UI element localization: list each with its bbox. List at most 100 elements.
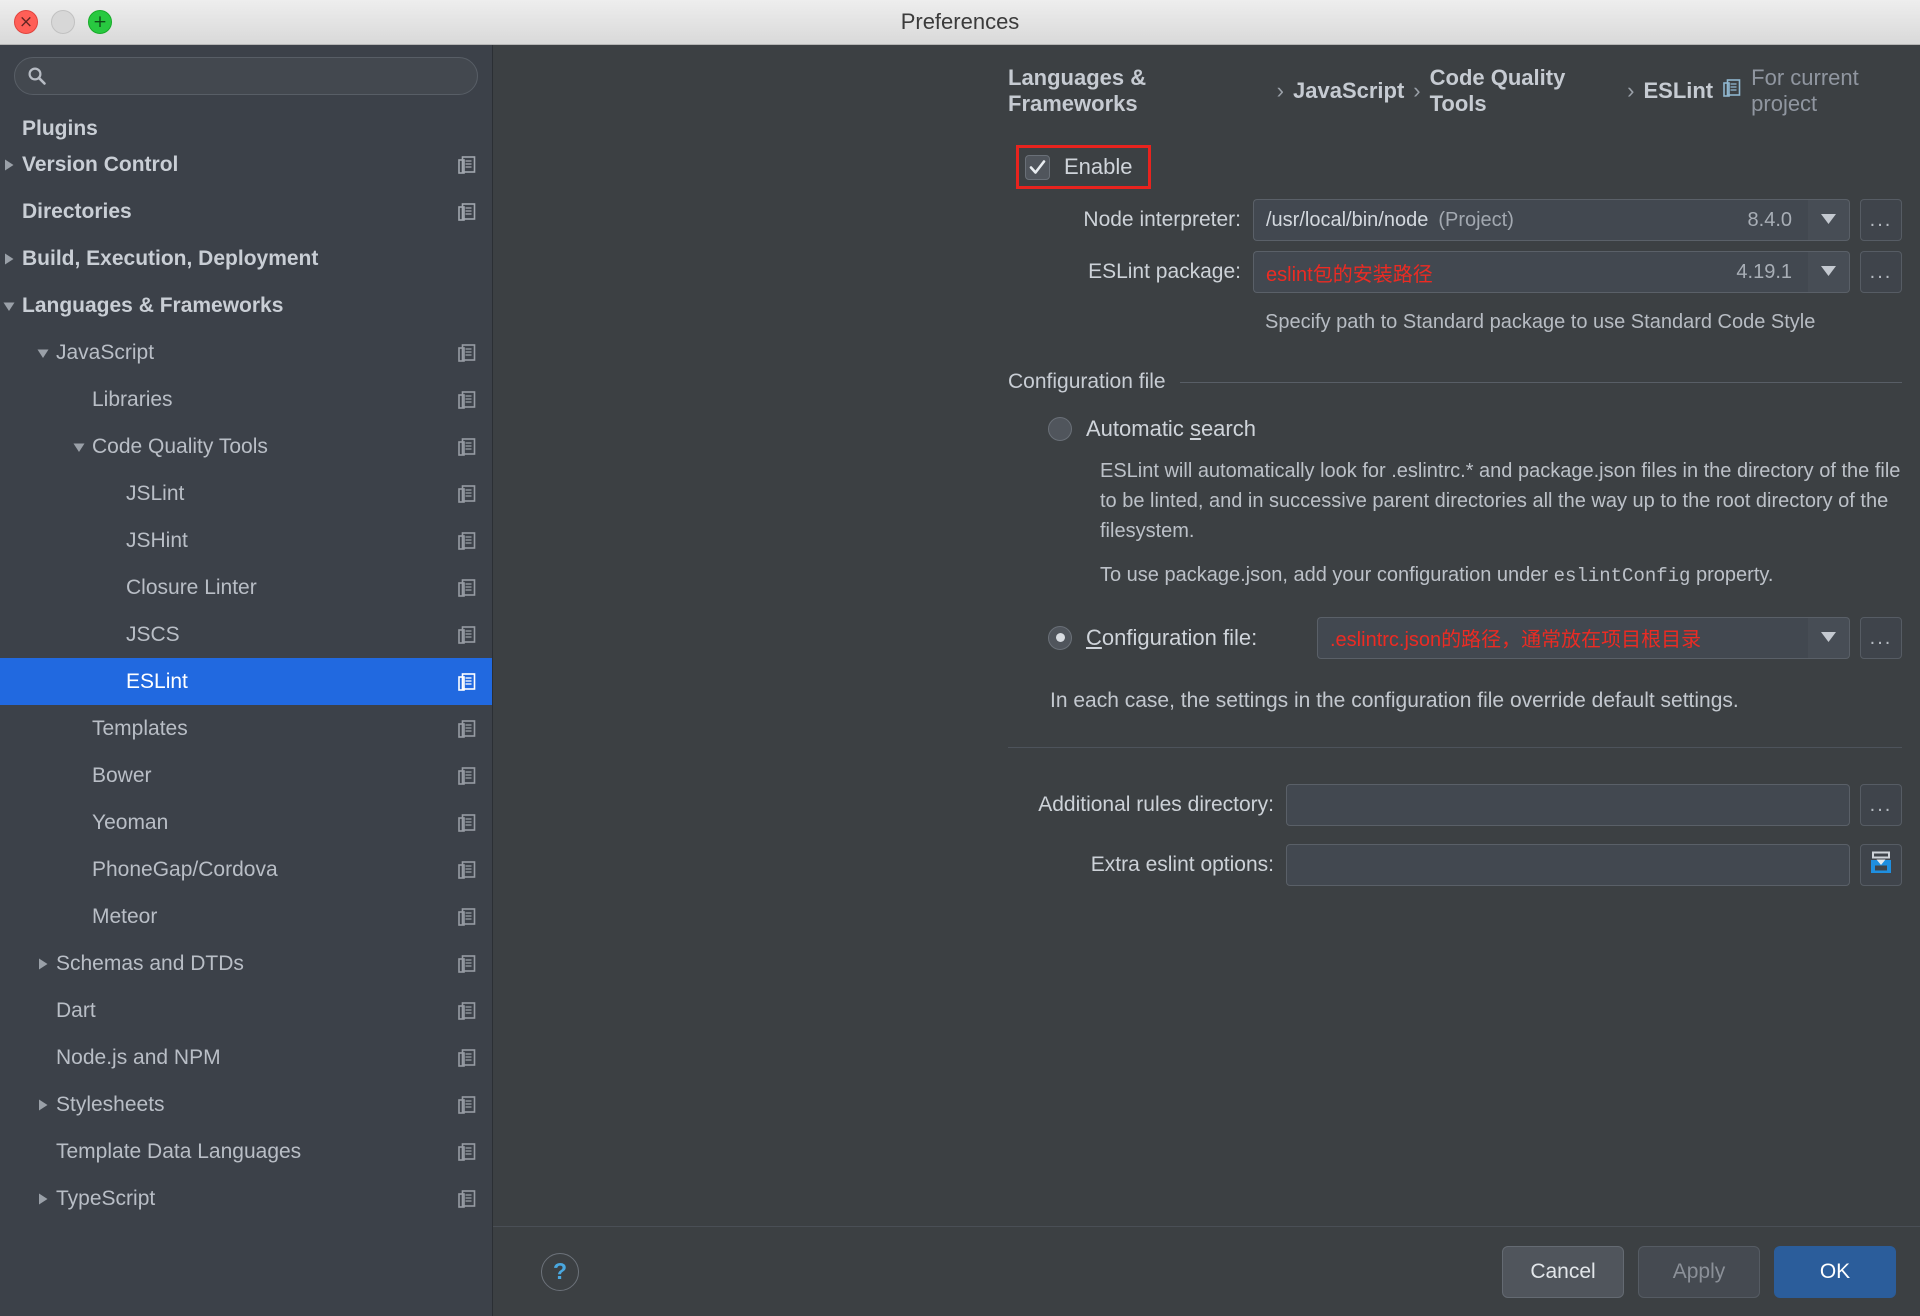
copy-settings-icon[interactable] [456,389,478,411]
sidebar-item-plugins[interactable]: Plugins [0,105,492,141]
chevron-right-icon[interactable] [0,252,22,266]
ok-button[interactable]: OK [1774,1245,1896,1298]
sidebar-item-stylesheets[interactable]: Stylesheets [0,1081,492,1128]
sidebar-item-version-control[interactable]: Version Control [0,141,492,188]
search-icon [27,66,47,86]
eslint-settings-pane: Languages & Frameworks › JavaScript › Code Q… [493,45,1920,1316]
chevron-down-icon[interactable] [0,299,22,313]
copy-settings-icon[interactable] [456,342,478,364]
sidebar-item-label: Libraries [92,387,173,411]
copy-settings-icon[interactable] [456,624,478,646]
sidebar-item-dart[interactable]: Dart [0,987,492,1034]
apply-button[interactable]: Apply [1638,1245,1760,1298]
node-interpreter-dropdown-button[interactable] [1808,199,1850,241]
configuration-file-value: .eslintrc.json的路径，通常放在项目根目录 [1330,629,1702,651]
copy-settings-icon[interactable] [456,483,478,505]
copy-settings-icon[interactable] [456,201,478,223]
sidebar-item-build-execution-deployment[interactable]: Build, Execution, Deployment [0,235,492,282]
copy-settings-icon[interactable] [456,530,478,552]
sidebar-item-phonegap-cordova[interactable]: PhoneGap/Cordova [0,846,492,893]
chevron-right-icon[interactable] [30,957,56,971]
sidebar-item-jscs[interactable]: JSCS [0,611,492,658]
sidebar-item-closure-linter[interactable]: Closure Linter [0,564,492,611]
chevron-right-icon[interactable] [30,1192,56,1206]
sidebar-item-bower[interactable]: Bower [0,752,492,799]
copy-settings-icon[interactable] [456,1188,478,1210]
additional-rules-directory-label: Additional rules directory: [1038,792,1274,816]
copy-settings-icon[interactable] [456,718,478,740]
node-interpreter-field[interactable]: /usr/local/bin/node (Project) 8.4.0 [1253,199,1808,241]
configuration-file-row[interactable]: Configuration file: .eslintrc.json的路径，通常… [1008,616,1902,659]
eslint-package-dropdown-button[interactable] [1808,251,1850,293]
enable-checkbox[interactable] [1025,154,1050,180]
sidebar-item-javascript[interactable]: JavaScript [0,329,492,376]
sidebar-item-languages-frameworks[interactable]: Languages & Frameworks [0,282,492,329]
help-button[interactable]: ? [541,1252,579,1291]
sidebar-item-templates[interactable]: Templates [0,705,492,752]
chevron-down-icon[interactable] [30,346,56,360]
chevron-down-icon[interactable] [66,440,92,454]
copy-settings-icon[interactable] [456,953,478,975]
sidebar-item-label: Template Data Languages [56,1139,302,1163]
zoom-window-button[interactable]: + [88,10,112,34]
node-interpreter-browse-button[interactable]: ... [1860,199,1902,241]
sidebar-item-code-quality-tools[interactable]: Code Quality Tools [0,423,492,470]
sidebar-item-jshint[interactable]: JSHint [0,517,492,564]
sidebar-item-node-js-and-npm[interactable]: Node.js and NPM [0,1034,492,1081]
override-note: In each case, the settings in the config… [1050,688,1739,712]
copy-settings-icon[interactable] [456,906,478,928]
copy-settings-icon[interactable] [456,812,478,834]
breadcrumb-separator: › [1276,78,1284,103]
breadcrumb-part: Languages & Frameworks [1008,65,1147,116]
copy-settings-icon[interactable] [456,859,478,881]
cancel-button[interactable]: Cancel [1502,1245,1624,1298]
desc2-post: property. [1690,564,1774,586]
configuration-file-dropdown-button[interactable] [1808,616,1850,659]
eslint-package-field[interactable]: eslint包的安装路径 4.19.1 [1253,251,1808,293]
configuration-file-browse-button[interactable]: ... [1860,616,1902,659]
settings-tree[interactable]: Plugins Version Control Directories Build, … [0,103,492,1316]
configuration-file-radio[interactable] [1048,625,1072,650]
eslint-package-browse-button[interactable]: ... [1860,251,1902,293]
sidebar-item-label: Schemas and DTDs [56,951,244,975]
search-input[interactable] [47,67,465,85]
sidebar-item-template-data-languages[interactable]: Template Data Languages [0,1128,492,1175]
eslint-package-row: ESLint package: eslint包的安装路径 4.19.1 ... [1008,251,1902,293]
sidebar-item-label: Meteor [92,904,158,928]
eslint-package-version: 4.19.1 [1736,260,1792,283]
sidebar-item-libraries[interactable]: Libraries [0,376,492,423]
sidebar-item-directories[interactable]: Directories [0,188,492,235]
copy-settings-icon[interactable] [456,1047,478,1069]
sidebar-item-typescript[interactable]: TypeScript [0,1175,492,1222]
search-box[interactable] [14,57,478,95]
sidebar-item-eslint[interactable]: ESLint [0,658,492,705]
copy-settings-icon[interactable] [456,1094,478,1116]
minimize-window-button[interactable] [51,10,75,34]
sidebar-item-label: Yeoman [92,810,169,834]
enable-row[interactable]: Enable [1016,145,1902,189]
eslint-package-value: eslint包的安装路径 [1266,263,1433,286]
configuration-file-field[interactable]: .eslintrc.json的路径，通常放在项目根目录 [1317,616,1808,659]
extra-eslint-options-field[interactable] [1286,843,1850,886]
additional-rules-directory-field[interactable] [1286,783,1850,826]
sidebar-item-schemas-and-dtds[interactable]: Schemas and DTDs [0,940,492,987]
chevron-right-icon[interactable] [0,158,22,172]
extra-eslint-options-expand-button[interactable] [1860,843,1902,886]
copy-settings-icon[interactable] [456,671,478,693]
copy-settings-icon[interactable] [456,765,478,787]
additional-rules-directory-browse-button[interactable]: ... [1860,783,1902,826]
copy-settings-icon[interactable] [456,577,478,599]
automatic-search-row[interactable]: Automatic search [1008,416,1902,442]
close-window-button[interactable]: × [14,10,38,34]
copy-settings-icon[interactable] [456,1141,478,1163]
copy-settings-icon[interactable] [456,1000,478,1022]
sidebar-item-meteor[interactable]: Meteor [0,893,492,940]
automatic-search-radio[interactable] [1048,417,1072,441]
sidebar-item-jslint[interactable]: JSLint [0,470,492,517]
breadcrumb-part: Code Quality Tools [1429,65,1566,116]
copy-settings-icon[interactable] [456,436,478,458]
copy-settings-icon[interactable] [456,154,478,176]
sidebar-item-label: Closure Linter [126,575,257,599]
chevron-right-icon[interactable] [30,1098,56,1112]
sidebar-item-yeoman[interactable]: Yeoman [0,799,492,846]
